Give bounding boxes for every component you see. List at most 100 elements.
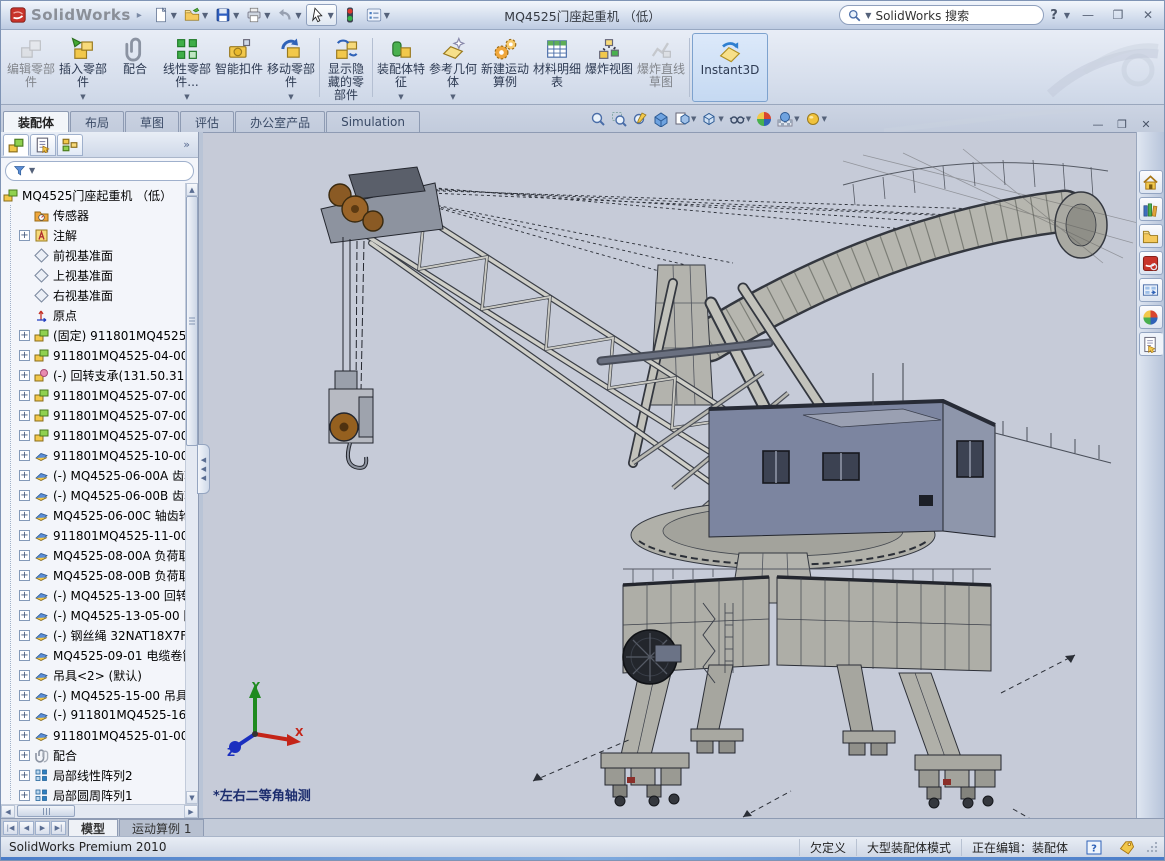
tree-item[interactable]: +(-) MQ4525-13-05-00 回转 (1, 605, 185, 625)
tree-item[interactable]: 前视基准面 (1, 245, 185, 265)
tree-item[interactable]: +911801MQ4525-04-00 车轮组 (1, 345, 185, 365)
exploded-view-button[interactable]: 爆炸视图 (583, 33, 635, 102)
tree-item[interactable]: 上视基准面 (1, 265, 185, 285)
print-button[interactable]: ▼ (243, 4, 272, 26)
tree-root-item[interactable]: MQ4525门座起重机 （低） (1, 185, 185, 205)
minimize-button[interactable]: — (1076, 6, 1100, 24)
tab-布局[interactable]: 布局 (70, 111, 124, 132)
save-button[interactable]: ▼ (212, 4, 241, 26)
tree-item[interactable]: +吊具<2> (默认) (1, 665, 185, 685)
section-view-button[interactable] (652, 110, 670, 128)
edit-component-button[interactable]: 编辑零部件 (5, 33, 57, 102)
tree-item[interactable]: +911801MQ4525-10-00 臂架 (1, 445, 185, 465)
expand-icon[interactable]: + (19, 390, 30, 401)
new-document-dropdown-icon[interactable]: ▼ (171, 11, 177, 20)
tree-item[interactable]: +911801MQ4525-01-00 门架 (1, 725, 185, 745)
expand-icon[interactable]: + (19, 590, 30, 601)
expand-icon[interactable]: + (19, 610, 30, 621)
reference-geometry-dropdown-icon[interactable]: ▼ (450, 93, 455, 101)
tree-item[interactable]: +911801MQ4525-07-00B 司机室 (1, 405, 185, 425)
tree-item[interactable]: +(-) MQ4525-06-00A 齿轮箱 (1, 465, 185, 485)
graphics-area[interactable]: Y X Z *左右二等角轴测 (203, 132, 1136, 818)
tree-item[interactable]: +(-) MQ4525-15-00 吊具电缆 (1, 685, 185, 705)
undo-button[interactable]: ▼ (274, 4, 303, 26)
instant3d-button[interactable]: Instant3D (692, 33, 768, 102)
tab-草图[interactable]: 草图 (125, 111, 179, 132)
help-button[interactable]: ? (1050, 8, 1058, 23)
view-settings-dropdown-icon[interactable]: ▼ (822, 115, 827, 123)
appearances-scenes-button[interactable] (1139, 305, 1163, 329)
print-dropdown-icon[interactable]: ▼ (264, 11, 270, 20)
assembly-features-dropdown-icon[interactable]: ▼ (398, 93, 403, 101)
quick-tips-help-icon[interactable]: ? (1086, 840, 1102, 855)
expand-icon[interactable]: + (19, 670, 30, 681)
undo-dropdown-icon[interactable]: ▼ (295, 11, 301, 20)
tree-item[interactable]: +(-) MQ4525-13-00 回转机构 (1, 585, 185, 605)
solidworks-resources-button[interactable] (1139, 170, 1163, 194)
tree-item[interactable]: +MQ4525-08-00A 负荷取物装置 (1, 545, 185, 565)
tree-item[interactable]: +(-) MQ4525-06-00B 齿轮箱 (1, 485, 185, 505)
zoom-to-fit-button[interactable] (589, 110, 607, 128)
expand-icon[interactable]: + (19, 550, 30, 561)
expand-icon[interactable]: + (19, 450, 30, 461)
expand-icon[interactable]: + (19, 630, 30, 641)
smart-fasteners-button[interactable]: 智能扣件 (213, 33, 265, 102)
expand-icon[interactable]: + (19, 690, 30, 701)
save-dropdown-icon[interactable]: ▼ (233, 11, 239, 20)
expand-icon[interactable]: + (19, 330, 30, 341)
first-tab-button[interactable]: |◀ (3, 821, 18, 835)
scroll-thumb-h[interactable] (17, 805, 75, 817)
move-component-dropdown-icon[interactable]: ▼ (288, 93, 293, 101)
tree-item[interactable]: +(-) 911801MQ4525-16-00 (1, 705, 185, 725)
expand-icon[interactable]: + (19, 790, 30, 801)
hide-show-items-button[interactable]: ▼ (728, 110, 752, 128)
display-style-button[interactable]: ▼ (700, 110, 724, 128)
model-tab-运动算例 1[interactable]: 运动算例 1 (119, 819, 204, 836)
tree-horizontal-scrollbar[interactable]: ◀ ▶ (1, 804, 198, 818)
tree-item[interactable]: +局部线性阵列2 (1, 765, 185, 785)
tree-item[interactable]: +(-) 钢丝绳 32NAT18X7Fi-1870 (1, 625, 185, 645)
file-explorer-button[interactable] (1139, 224, 1163, 248)
options-button[interactable]: ▼ (363, 4, 392, 26)
tree-item[interactable]: +(固定) 911801MQ4525-02-00 门架 (1, 325, 185, 345)
select-button[interactable]: ▼ (306, 4, 337, 26)
configurationmanager-tab[interactable] (57, 134, 83, 156)
apply-scene-dropdown-icon[interactable]: ▼ (794, 115, 799, 123)
tree-item[interactable]: 右视基准面 (1, 285, 185, 305)
model-tab-模型[interactable]: 模型 (68, 819, 118, 836)
insert-components-button[interactable]: 插入零部件▼ (57, 33, 109, 102)
view-orientation-dropdown-icon[interactable]: ▼ (691, 115, 696, 123)
open-dropdown-icon[interactable]: ▼ (202, 11, 208, 20)
insert-components-dropdown-icon[interactable]: ▼ (80, 93, 85, 101)
filter-dropdown-icon[interactable]: ▼ (29, 166, 35, 175)
expand-icon[interactable]: + (19, 710, 30, 721)
tree-item[interactable]: +911801MQ4525-07-00C 司机室 (1, 425, 185, 445)
expand-icon[interactable]: + (19, 770, 30, 781)
scroll-thumb[interactable] (186, 196, 198, 446)
featuremanager-tab[interactable] (3, 134, 29, 156)
new-motion-study-button[interactable]: 新建运动算例 (479, 33, 531, 102)
rebuild-button[interactable] (339, 4, 361, 26)
mate-button[interactable]: 配合 (109, 33, 161, 102)
crane-model[interactable] (203, 133, 1136, 818)
search-box[interactable]: ▼ SolidWorks 搜索 (839, 5, 1044, 25)
tab-Simulation[interactable]: Simulation (326, 111, 420, 132)
tree-item[interactable]: +MQ4525-06-00C 轴齿轮组 (1, 505, 185, 525)
last-tab-button[interactable]: ▶| (51, 821, 66, 835)
expand-icon[interactable]: + (19, 490, 30, 501)
move-component-button[interactable]: 移动零部件▼ (265, 33, 317, 102)
propertymanager-tab[interactable] (30, 134, 56, 156)
show-hidden-components-button[interactable]: 显示隐藏的零部件 (322, 33, 370, 102)
close-button[interactable]: ✕ (1136, 6, 1160, 24)
doc-restore-button[interactable]: ❐ (1112, 116, 1132, 132)
tab-办公室产品[interactable]: 办公室产品 (235, 111, 325, 132)
expand-icon[interactable]: + (19, 570, 30, 581)
expand-icon[interactable]: + (19, 230, 30, 241)
next-tab-button[interactable]: ▶ (35, 821, 50, 835)
expand-icon[interactable]: + (19, 430, 30, 441)
search-scope-dropdown-icon[interactable]: ▼ (865, 11, 871, 20)
scroll-right-arrow[interactable]: ▶ (184, 805, 198, 818)
tree-item[interactable]: 传感器 (1, 205, 185, 225)
explode-line-sketch-button[interactable]: 爆炸直线草图 (635, 33, 687, 102)
tab-装配体[interactable]: 装配体 (3, 111, 69, 132)
